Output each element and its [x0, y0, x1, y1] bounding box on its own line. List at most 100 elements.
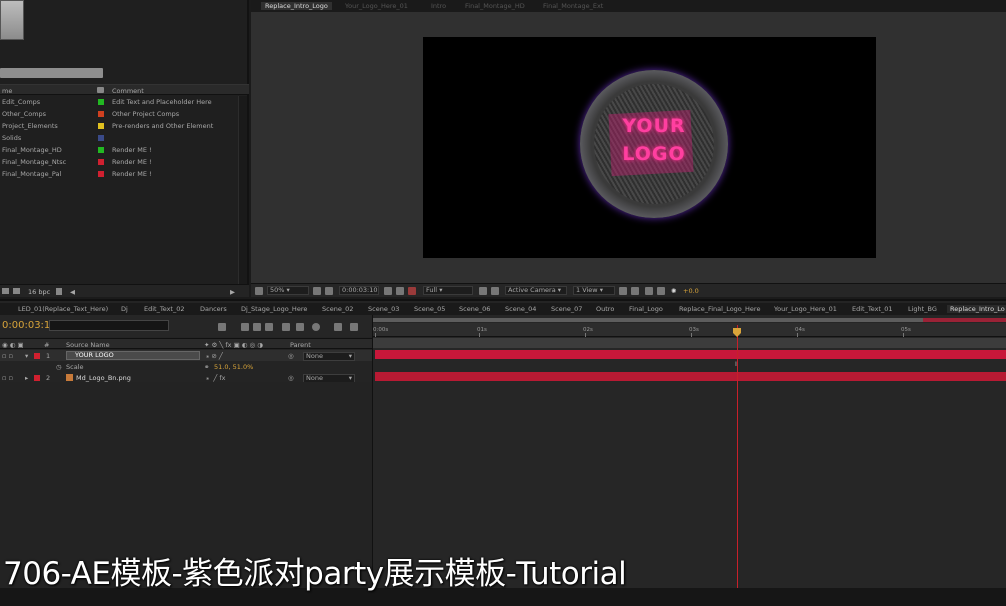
timeline-tab[interactable]: Dancers [200, 305, 227, 313]
timeline-tab[interactable]: Scene_03 [368, 305, 399, 313]
expand-toggle-icon[interactable]: ▾ [25, 352, 28, 360]
label-color-swatch[interactable] [34, 353, 40, 359]
timeline-tab[interactable]: Scene_07 [551, 305, 582, 313]
timeline-tab[interactable]: Dj_Stage_Logo_Here [241, 305, 307, 313]
av-features-icons[interactable]: ◉ ◐ ▣ [2, 341, 24, 349]
scroll-right-icon[interactable]: ▶ [230, 288, 235, 296]
source-name-header[interactable]: Source Name [66, 341, 110, 349]
scroll-left-icon[interactable]: ◀ [70, 288, 75, 296]
always-preview-icon[interactable] [255, 287, 263, 295]
timeline-tab[interactable]: Edit_Text_01 [852, 305, 893, 313]
live-update-icon[interactable] [241, 323, 249, 331]
project-item-label-swatch[interactable] [98, 147, 104, 153]
layer-1-duration-bar[interactable] [375, 350, 1006, 359]
graph-editor-icon[interactable] [334, 323, 342, 331]
comment-column-header[interactable]: Comment [112, 87, 144, 95]
region-of-interest-icon[interactable] [479, 287, 487, 295]
project-search-input[interactable] [0, 68, 103, 78]
timeline-tab[interactable]: Scene_06 [459, 305, 490, 313]
snapshot-icon[interactable] [384, 287, 392, 295]
layer-switches[interactable]: ⁎ ⊘ ╱ [206, 352, 223, 360]
timeline-tab[interactable]: Light_BG [908, 305, 937, 313]
panel-divider[interactable] [0, 299, 1006, 301]
tab-replace-intro-logo[interactable]: Replace_Intro_Logo [261, 2, 332, 10]
timeline-tab[interactable]: Replace_Final_Logo_Here [679, 305, 760, 313]
tab-final-montage-ext[interactable]: Final_Montage_Ext [543, 2, 603, 10]
trash-icon[interactable] [56, 288, 62, 295]
timeline-tab[interactable]: LED_01(Replace_Text_Here) [18, 305, 108, 313]
frame-blending-icon[interactable] [282, 323, 290, 331]
layer-number-header[interactable]: # [44, 341, 49, 349]
timeline-tab[interactable]: Your_Logo_Here_01 [774, 305, 837, 313]
work-area-bar[interactable] [373, 318, 1006, 322]
project-item-label-swatch[interactable] [98, 123, 104, 129]
hide-shy-layers-icon[interactable] [265, 323, 273, 331]
expand-toggle-icon[interactable]: ▸ [25, 374, 28, 382]
layer-row-1[interactable]: ▫ ▫ ▾ 1 YOUR LOGO ⁎ ⊘ ╱ ◎ None ▾ [0, 350, 372, 361]
timeline-tab[interactable]: Dj [121, 305, 128, 313]
scale-property-row[interactable]: ◷ Scale ⚭ 51.0, 51.0% [0, 361, 372, 372]
magnification-dropdown[interactable]: 50% ▾ [267, 286, 309, 295]
work-area-end[interactable] [923, 318, 1006, 322]
new-folder-icon[interactable] [13, 288, 20, 294]
brainstorm-icon[interactable] [312, 323, 320, 331]
name-column-header[interactable]: me [2, 87, 12, 95]
time-ruler[interactable]: 0:00s 01s 02s 03s 04s 05s [373, 323, 1006, 337]
project-scrollbar[interactable] [238, 96, 247, 284]
project-item[interactable]: Final_Montage_HD Render ME ! [0, 144, 238, 156]
comp-mini-flowchart-icon[interactable] [218, 323, 226, 331]
project-item[interactable]: Project_Elements Pre-renders and Other El… [0, 120, 238, 132]
safe-margins-icon[interactable] [313, 287, 321, 295]
project-item-label-swatch[interactable] [98, 111, 104, 117]
composition-frame[interactable]: YOUR LOGO [423, 37, 876, 258]
layer-search-input[interactable] [49, 320, 169, 331]
tab-your-logo-here[interactable]: Your_Logo_Here_01 [345, 2, 408, 10]
stopwatch-icon[interactable]: ◷ [56, 363, 62, 371]
project-item-label-swatch[interactable] [98, 171, 104, 177]
label-tag-icon[interactable] [97, 87, 104, 93]
constrain-link-icon[interactable]: ⚭ [204, 363, 209, 371]
transparency-grid-icon[interactable] [491, 287, 499, 295]
exposure-value[interactable]: +0.0 [683, 287, 699, 295]
interpret-footage-icon[interactable] [2, 288, 9, 294]
project-item[interactable]: Final_Montage_Pal Render ME ! [0, 168, 238, 180]
auto-keyframe-icon[interactable] [350, 323, 358, 331]
pickwhip-icon[interactable]: ◎ [288, 352, 294, 360]
tab-final-montage-hd[interactable]: Final_Montage_HD [465, 2, 525, 10]
timeline-icon[interactable] [645, 287, 653, 295]
timeline-tab[interactable]: Final_Logo [629, 305, 663, 313]
bit-depth-button[interactable]: 16 bpc [28, 288, 50, 296]
project-item[interactable]: Final_Montage_Ntsc Render ME ! [0, 156, 238, 168]
project-item-label-swatch[interactable] [98, 159, 104, 165]
playhead-line[interactable] [737, 325, 738, 606]
mask-visibility-icon[interactable] [325, 287, 333, 295]
project-item[interactable]: Edit_Comps Edit Text and Placeholder Here [0, 96, 238, 108]
label-color-swatch[interactable] [34, 375, 40, 381]
timeline-tab[interactable]: Outro [596, 305, 614, 313]
exposure-icon[interactable]: ✺ [671, 287, 676, 295]
draft-3d-icon[interactable] [253, 323, 261, 331]
show-snapshot-icon[interactable] [396, 287, 404, 295]
tab-intro[interactable]: Intro [431, 2, 446, 10]
timeline-tab[interactable]: Scene_02 [322, 305, 353, 313]
layer-2-duration-bar[interactable] [375, 372, 1006, 381]
timeline-tab[interactable]: Scene_05 [414, 305, 445, 313]
project-item[interactable]: Solids [0, 132, 238, 144]
switches-header-icons[interactable]: ✦ ⚙ ╲ fx ▣ ◐ ◎ ◑ [204, 341, 263, 349]
layer-switches[interactable]: ⁎ ╱ fx [206, 374, 226, 382]
current-time-field[interactable]: 0:00:03:10 [339, 286, 379, 295]
project-item-label-swatch[interactable] [98, 99, 104, 105]
layer-name[interactable]: Md_Logo_Bn.png [76, 374, 131, 382]
pickwhip-icon[interactable]: ◎ [288, 374, 294, 382]
parent-header[interactable]: Parent [290, 341, 311, 349]
parent-dropdown[interactable]: None ▾ [303, 352, 355, 361]
timeline-tab[interactable]: Edit_Text_02 [144, 305, 185, 313]
toggle-pixel-aspect-icon[interactable] [619, 287, 627, 295]
motion-blur-icon[interactable] [296, 323, 304, 331]
channel-icon[interactable] [408, 287, 416, 295]
timeline-tab[interactable]: Scene_04 [505, 305, 536, 313]
visibility-icon[interactable]: ▫ ▫ [2, 352, 13, 360]
fast-previews-icon[interactable] [631, 287, 639, 295]
camera-dropdown[interactable]: Active Camera ▾ [505, 286, 567, 295]
view-layout-dropdown[interactable]: 1 View ▾ [573, 286, 615, 295]
